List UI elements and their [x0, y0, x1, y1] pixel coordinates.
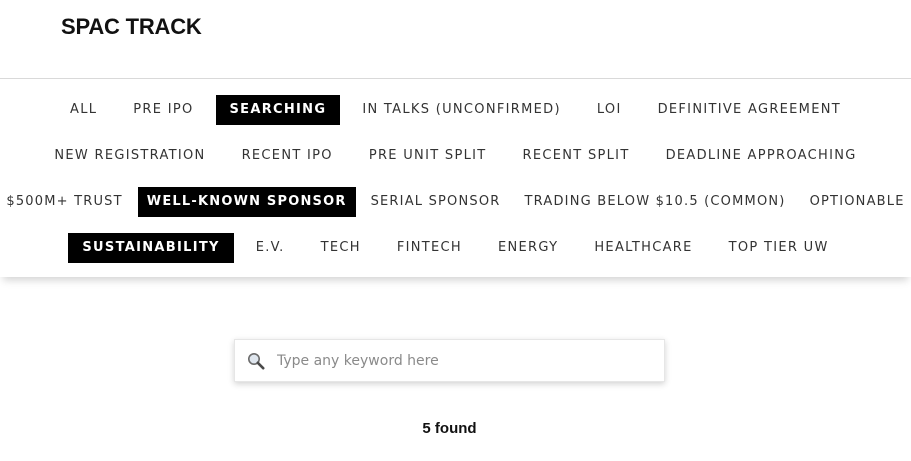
filter-tag-all[interactable]: ALL [56, 95, 111, 125]
filter-tag-top-tier-uw[interactable]: TOP TIER UW [715, 233, 843, 263]
filter-panel: ALL PRE IPO SEARCHING IN TALKS (UNCONFIR… [0, 79, 911, 277]
filter-tag-well-known-sponsor[interactable]: WELL-KNOWN SPONSOR [137, 187, 356, 217]
filter-tag-loi[interactable]: LOI [583, 95, 636, 125]
filter-tag-searching[interactable]: SEARCHING [215, 95, 341, 125]
filter-tag-pre-unit-split[interactable]: PRE UNIT SPLIT [355, 141, 501, 171]
filter-row-4: SUSTAINABILITY E.V. TECH FINTECH ENERGY … [0, 233, 911, 263]
filter-tag-fintech[interactable]: FINTECH [383, 233, 476, 263]
filter-tag-recent-ipo[interactable]: RECENT IPO [228, 141, 347, 171]
search-input[interactable] [277, 352, 664, 369]
filter-row-1: ALL PRE IPO SEARCHING IN TALKS (UNCONFIR… [0, 95, 911, 125]
filter-tag-pre-ipo[interactable]: PRE IPO [119, 95, 207, 125]
filter-tag-recent-split[interactable]: RECENT SPLIT [509, 141, 644, 171]
filter-tag-serial-sponsor[interactable]: SERIAL SPONSOR [362, 187, 510, 217]
filter-tag-healthcare[interactable]: HEALTHCARE [580, 233, 706, 263]
filter-tag-500m-trust[interactable]: $500M+ TRUST [0, 187, 132, 217]
filter-tag-sustainability[interactable]: SUSTAINABILITY [68, 233, 234, 263]
search-icon [248, 352, 265, 370]
filter-tag-optionable[interactable]: OPTIONABLE [801, 187, 911, 217]
filter-row-3: $500M+ TRUST WELL-KNOWN SPONSOR SERIAL S… [0, 187, 911, 217]
filter-tag-energy[interactable]: ENERGY [484, 233, 572, 263]
search-box[interactable] [234, 339, 665, 382]
filter-tag-new-registration[interactable]: NEW REGISTRATION [40, 141, 219, 171]
filter-tag-deadline-approaching[interactable]: DEADLINE APPROACHING [652, 141, 871, 171]
site-logo[interactable]: SPAC TRACK [61, 14, 202, 40]
filter-tag-in-talks[interactable]: IN TALKS (UNCONFIRMED) [348, 95, 574, 125]
filter-tag-tech[interactable]: TECH [307, 233, 375, 263]
filter-tag-ev[interactable]: E.V. [242, 233, 299, 263]
filter-tag-definitive-agreement[interactable]: DEFINITIVE AGREEMENT [644, 95, 855, 125]
filter-tag-trading-below[interactable]: TRADING BELOW $10.5 (COMMON) [516, 187, 795, 217]
site-header: SPAC TRACK [0, 0, 911, 79]
filter-row-2: NEW REGISTRATION RECENT IPO PRE UNIT SPL… [0, 141, 911, 171]
result-count: 5 found [422, 420, 477, 437]
